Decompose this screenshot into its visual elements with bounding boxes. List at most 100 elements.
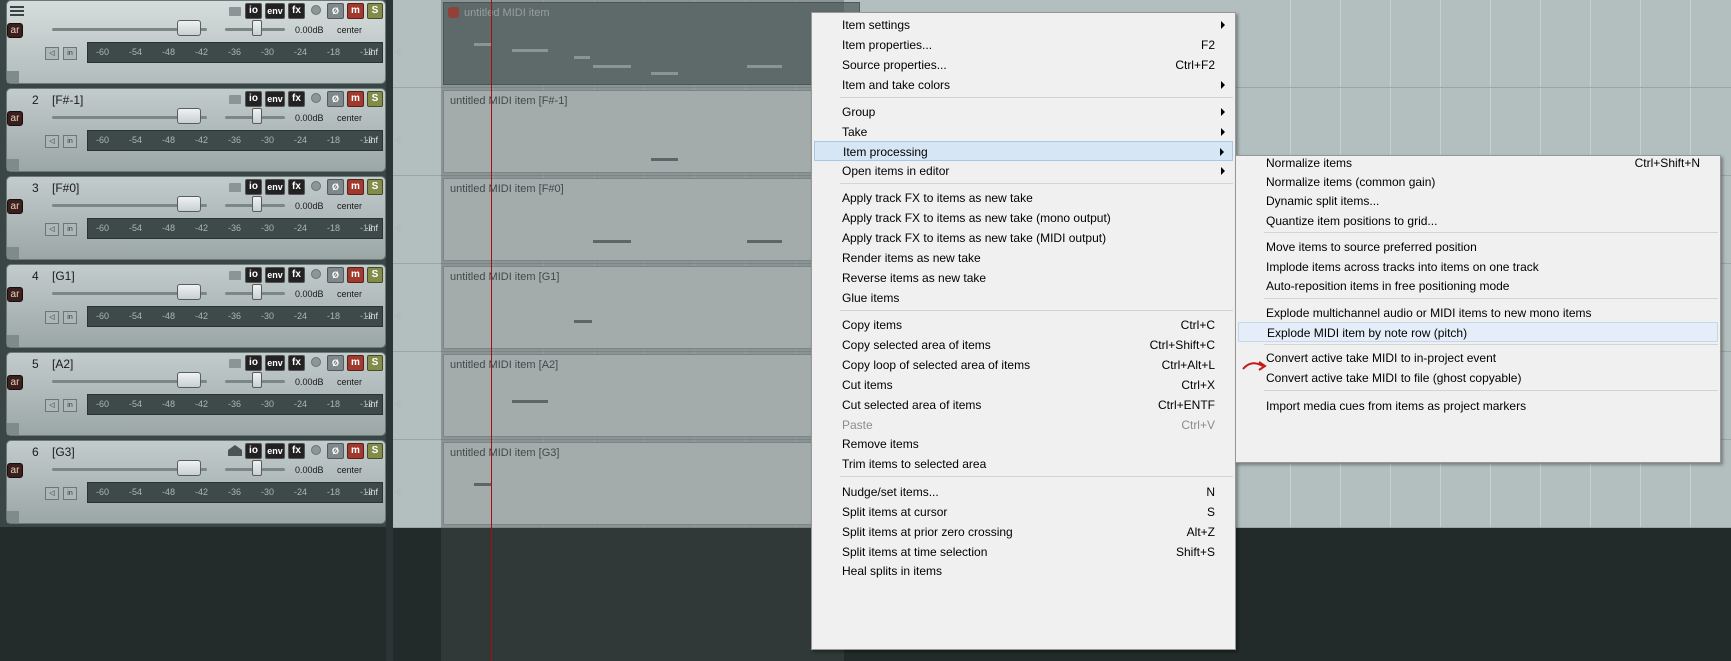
menu-item-apply-track-fx-to-items-as-new-take-mono-output[interactable]: Apply track FX to items as new take (mon…: [814, 208, 1233, 228]
phase-button[interactable]: Ø: [327, 267, 344, 283]
folder-icon[interactable]: [229, 7, 241, 16]
pan-slider-knob[interactable]: [252, 284, 262, 300]
menu-item-explode-midi-item-by-note-row-pitch[interactable]: Explode MIDI item by note row (pitch): [1238, 322, 1718, 342]
phase-button[interactable]: Ø: [327, 3, 344, 19]
input-button[interactable]: in: [63, 311, 77, 324]
track-panel[interactable]: 3 [F#0] io env fx Øm Sar 0.00dB center ◁ in -60 -54 -…: [6, 176, 401, 260]
io-button[interactable]: io: [245, 91, 262, 107]
tcp-divider[interactable]: [386, 0, 393, 661]
menu-item-dynamic-split-items[interactable]: Dynamic split items...: [1238, 191, 1718, 211]
input-button[interactable]: in: [63, 223, 77, 236]
track-name[interactable]: [F#-1]: [52, 93, 83, 107]
mute-button[interactable]: m: [347, 443, 364, 459]
phase-button[interactable]: Ø: [327, 91, 344, 107]
volume-slider-knob[interactable]: [177, 460, 201, 476]
solo-button[interactable]: S: [367, 267, 383, 283]
fx-button[interactable]: fx: [288, 267, 305, 283]
phase-button[interactable]: Ø: [327, 179, 344, 195]
menu-item-paste[interactable]: Paste Ctrl+V: [814, 415, 1233, 435]
pan-slider-knob[interactable]: [252, 108, 262, 124]
folder-icon[interactable]: [229, 271, 241, 280]
mute-button[interactable]: m: [347, 3, 364, 19]
menu-item-copy-loop-of-selected-area-of-items[interactable]: Copy loop of selected area of items Ctrl+…: [814, 355, 1233, 375]
io-button[interactable]: io: [245, 443, 262, 459]
menu-item-split-items-at-cursor[interactable]: Split items at cursor S: [814, 502, 1233, 522]
fx-button[interactable]: fx: [288, 179, 305, 195]
solo-button[interactable]: S: [367, 443, 383, 459]
level-meter[interactable]: -60 -54 -48 -42 -36 -30 -24 -18 -12 -6 -inf: [87, 482, 401, 503]
track-panel[interactable]: 4 [G1] io env fx Øm Sar 0.00dB center ◁ in -60 -54 -4…: [6, 264, 401, 348]
pan-slider-knob[interactable]: [252, 460, 262, 476]
track-fold-corner[interactable]: [7, 247, 19, 259]
record-arm-button[interactable]: ar: [7, 463, 23, 478]
envelope-button[interactable]: env: [265, 3, 285, 19]
menu-item-reverse-items-as-new-take[interactable]: Reverse items as new take: [814, 268, 1233, 288]
track-fold-corner[interactable]: [7, 335, 19, 347]
track-panel[interactable]: 6 [G3] io env fx Øm Sar 0.00dB center ◁ in -60 -54 -4…: [6, 440, 401, 524]
menu-item-cut-selected-area-of-items[interactable]: Cut selected area of items Ctrl+ENTF: [814, 395, 1233, 415]
record-arm-button[interactable]: ar: [7, 287, 23, 302]
menu-item-convert-active-take-midi-to-in-project-event[interactable]: Convert active take MIDI to in-project e…: [1238, 348, 1718, 368]
track-menu-icon[interactable]: [10, 4, 24, 18]
menu-item-implode-items-across-tracks-into-items-on-one-track[interactable]: Implode items across tracks into items o…: [1238, 257, 1718, 277]
menu-item-source-properties[interactable]: Source properties... Ctrl+F2: [814, 55, 1233, 75]
menu-item-item-and-take-colors[interactable]: Item and take colors: [814, 75, 1233, 95]
menu-item-copy-items[interactable]: Copy items Ctrl+C: [814, 315, 1233, 335]
record-arm-button[interactable]: ar: [7, 23, 23, 38]
fx-button[interactable]: fx: [288, 443, 305, 459]
menu-item-remove-items[interactable]: Remove items: [814, 434, 1233, 454]
io-button[interactable]: io: [245, 267, 262, 283]
envelope-button[interactable]: env: [265, 355, 285, 371]
solo-button[interactable]: S: [367, 179, 383, 195]
track-fold-corner[interactable]: [7, 159, 19, 171]
menu-item-explode-multichannel-audio-or-midi-items-to-new-mono-items[interactable]: Explode multichannel audio or MIDI items…: [1238, 303, 1718, 323]
menu-item-take[interactable]: Take: [814, 122, 1233, 142]
input-button[interactable]: in: [63, 135, 77, 148]
phase-button[interactable]: Ø: [327, 443, 344, 459]
record-mode-icon[interactable]: [311, 93, 321, 103]
menu-item-auto-reposition-items-in-free-positioning-mode[interactable]: Auto-reposition items in free positionin…: [1238, 276, 1718, 296]
menu-item-nudge-set-items[interactable]: Nudge/set items... N: [814, 482, 1233, 502]
menu-item-move-items-to-source-preferred-position[interactable]: Move items to source preferred position: [1238, 237, 1718, 257]
mute-button[interactable]: m: [347, 355, 364, 371]
monitor-button[interactable]: ◁: [45, 487, 59, 500]
menu-item-normalize-items-common-gain[interactable]: Normalize items (common gain): [1238, 172, 1718, 192]
folder-icon[interactable]: [229, 95, 241, 104]
phase-button[interactable]: Ø: [327, 355, 344, 371]
monitor-button[interactable]: ◁: [45, 47, 59, 60]
menu-item-normalize-items[interactable]: Normalize items Ctrl+Shift+N: [1238, 153, 1718, 173]
record-arm-button[interactable]: ar: [7, 199, 23, 214]
envelope-button[interactable]: env: [265, 267, 285, 283]
track-fold-corner[interactable]: [7, 71, 19, 83]
monitor-button[interactable]: ◁: [45, 399, 59, 412]
menu-item-glue-items[interactable]: Glue items: [814, 288, 1233, 308]
pan-slider-knob[interactable]: [252, 372, 262, 388]
input-button[interactable]: in: [63, 399, 77, 412]
menu-item-render-items-as-new-take[interactable]: Render items as new take: [814, 248, 1233, 268]
fx-button[interactable]: fx: [288, 355, 305, 371]
level-meter[interactable]: -60 -54 -48 -42 -36 -30 -24 -18 -12 -6 -inf: [87, 218, 401, 239]
mute-button[interactable]: m: [347, 267, 364, 283]
menu-item-apply-track-fx-to-items-as-new-take-midi-output[interactable]: Apply track FX to items as new take (MID…: [814, 228, 1233, 248]
menu-item-open-items-in-editor[interactable]: Open items in editor: [814, 161, 1233, 181]
folder-home-icon[interactable]: [227, 444, 243, 457]
menu-item-split-items-at-prior-zero-crossing[interactable]: Split items at prior zero crossing Alt+Z: [814, 522, 1233, 542]
volume-slider-knob[interactable]: [177, 284, 201, 300]
record-mode-icon[interactable]: [311, 5, 321, 15]
solo-button[interactable]: S: [367, 91, 383, 107]
pan-slider-knob[interactable]: [252, 20, 262, 36]
volume-slider-knob[interactable]: [177, 372, 201, 388]
record-mode-icon[interactable]: [311, 181, 321, 191]
menu-item-heal-splits-in-items[interactable]: Heal splits in items: [814, 561, 1233, 581]
menu-item-item-properties[interactable]: Item properties... F2: [814, 35, 1233, 55]
track-panel[interactable]: io env fx Øm Sar 0.00dB center ◁ in -60 -54 -48 -42 -…: [6, 0, 401, 84]
volume-slider-knob[interactable]: [177, 196, 201, 212]
io-button[interactable]: io: [245, 179, 262, 195]
pan-slider-knob[interactable]: [252, 196, 262, 212]
folder-icon[interactable]: [229, 183, 241, 192]
envelope-button[interactable]: env: [265, 91, 285, 107]
input-button[interactable]: in: [63, 47, 77, 60]
time-selection[interactable]: [441, 0, 844, 661]
track-fold-corner[interactable]: [7, 423, 19, 435]
menu-item-apply-track-fx-to-items-as-new-take[interactable]: Apply track FX to items as new take: [814, 188, 1233, 208]
